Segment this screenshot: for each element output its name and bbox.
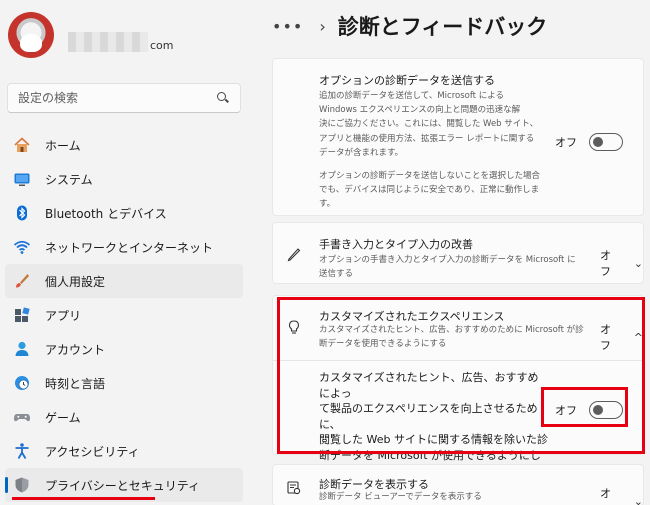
inking-value: オフ ⌄	[600, 247, 643, 279]
inking-typing-card[interactable]: 手書き入力とタイプ入力の改善 オプションの手書き入力とタイプ入力の診断データを …	[272, 222, 644, 284]
sidebar-item-label: ゲーム	[45, 410, 81, 425]
chevron-right-icon: ›	[319, 16, 326, 36]
desc-line: データが含まれます。	[319, 147, 404, 158]
sidebar-item-label: 時刻と言語	[45, 376, 106, 391]
sidebar-item-label: ホーム	[45, 138, 81, 153]
optional-diagnostic-data-card: オプションの診断データを送信する 追加の診断データを送信して、Microsoft…	[272, 58, 644, 216]
sidebar-item-label: プライバシーとセキュリティ	[45, 478, 201, 493]
sidebar-item-accounts[interactable]: アカウント	[5, 332, 243, 366]
sidebar-item-label: アプリ	[45, 308, 82, 323]
desc-line: 追加の診断データを送信して、Microsoft による	[319, 91, 504, 101]
highlight-underline	[12, 497, 155, 500]
email-suffix: com	[150, 39, 174, 52]
optional-data-toggle[interactable]	[589, 133, 623, 151]
more-options-icon[interactable]: •••	[272, 17, 303, 36]
note-line: す。	[319, 199, 336, 210]
view-diagnostic-data-card[interactable]: 診断データを表示する 診断データ ビューアーでデータを表示する オン ⌄	[272, 464, 644, 505]
sidebar-item-label: システム	[45, 172, 93, 187]
note-line: オプションの診断データを送信しないことを選択した場合	[319, 171, 541, 181]
shield-icon	[13, 476, 31, 494]
optional-data-desc: 追加の診断データを送信して、Microsoft による Windows エクスペ…	[319, 89, 567, 160]
sidebar-item-label: Bluetooth とデバイス	[45, 206, 167, 221]
sidebar-item-personalization[interactable]: 個人用設定	[5, 264, 243, 298]
view-data-desc: 診断データ ビューアーでデータを表示する	[319, 492, 482, 502]
inking-title: 手書き入力とタイプ入力の改善	[319, 238, 473, 251]
system-icon	[13, 170, 31, 188]
home-icon	[13, 136, 31, 154]
optional-data-note: オプションの診断データを送信しないことを選択した場合 でも、デバイスは同じように…	[319, 169, 567, 212]
toggle-state-label: オフ	[555, 136, 577, 149]
sidebar-item-bluetooth[interactable]: Bluetooth とデバイス	[5, 196, 243, 230]
desc-line: Windows エクスペリエンスの向上と問題の迅速な解	[319, 105, 521, 116]
avatar[interactable]	[8, 12, 54, 58]
account-icon	[13, 340, 31, 358]
sidebar-item-apps[interactable]: アプリ	[5, 298, 243, 332]
brush-icon	[13, 272, 31, 290]
search-icon[interactable]	[216, 91, 230, 105]
optional-data-toggle-group: オフ	[555, 133, 623, 151]
sidebar-item-time-language[interactable]: 時刻と言語	[5, 366, 243, 400]
view-data-value: オン ⌄	[600, 485, 643, 505]
accessibility-icon	[13, 442, 31, 460]
email-redacted	[68, 32, 148, 52]
search-input[interactable]	[18, 91, 216, 105]
highlight-box-toggle	[541, 387, 628, 427]
selection-indicator	[5, 477, 8, 493]
sidebar-item-system[interactable]: システム	[5, 162, 243, 196]
settings-search[interactable]	[7, 83, 241, 113]
account-email: com	[68, 32, 174, 52]
sidebar-item-gaming[interactable]: ゲーム	[5, 400, 243, 434]
inking-desc: オプションの手書き入力とタイプ入力の診断データを Microsoft に 送信す…	[319, 253, 589, 281]
desc-line: 送信する	[319, 269, 354, 280]
apps-icon	[13, 306, 31, 324]
desc-line: 決にご協力ください。これには、閲覧した Web サイト、	[319, 119, 539, 130]
pen-icon	[285, 245, 303, 263]
chevron-down-icon[interactable]: ⌄	[634, 257, 643, 270]
sidebar-item-label: 個人用設定	[45, 274, 106, 289]
sidebar-item-label: ネットワークとインターネット	[45, 240, 214, 255]
desc-line: オプションの手書き入力とタイプ入力の診断データを Microsoft に	[319, 255, 576, 265]
sidebar-item-accessibility[interactable]: アクセシビリティ	[5, 434, 243, 468]
gamepad-icon	[13, 408, 31, 426]
profile[interactable]: com	[8, 12, 174, 58]
wifi-icon	[13, 238, 31, 256]
sidebar-item-label: アカウント	[45, 342, 106, 357]
highlight-box-tailored	[277, 297, 645, 454]
view-data-state: オン	[600, 487, 611, 505]
clock-globe-icon	[13, 374, 31, 392]
sidebar-item-home[interactable]: ホーム	[5, 128, 243, 162]
inking-state: オフ	[600, 249, 611, 278]
bluetooth-icon	[13, 204, 31, 222]
page-title: 診断とフィードバック	[337, 15, 548, 39]
breadcrumb: ••• › 診断とフィードバック	[272, 8, 547, 44]
sidebar-nav: ホーム システム Bluetooth とデバイス ネットワークとインターネット …	[5, 128, 243, 502]
optional-data-title: オプションの診断データを送信する	[319, 74, 495, 87]
data-viewer-icon	[285, 479, 303, 497]
desc-line: アプリと機能の使用方法、拡張エラー レポートに関する	[319, 133, 535, 144]
note-line: でも、デバイスは同じように安全であり、正常に動作しま	[319, 185, 540, 196]
sidebar-item-label: アクセシビリティ	[45, 444, 140, 459]
chevron-down-icon[interactable]: ⌄	[634, 495, 643, 505]
sidebar-item-network[interactable]: ネットワークとインターネット	[5, 230, 243, 264]
sidebar: com ホーム システム Bluetooth とデバイス	[0, 0, 258, 505]
